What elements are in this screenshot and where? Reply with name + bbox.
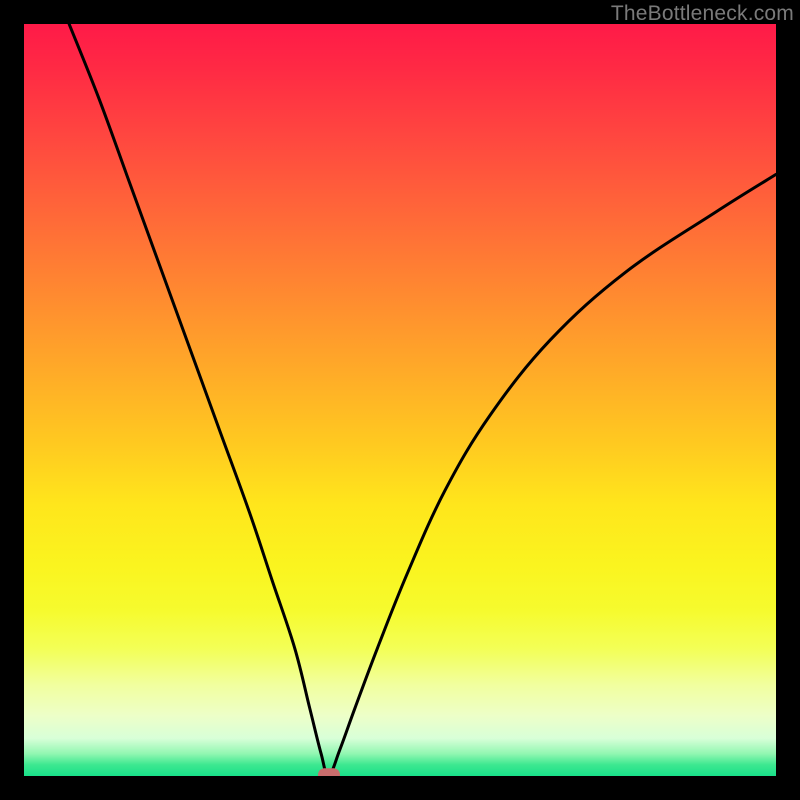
chart-frame: [24, 24, 776, 776]
bottleneck-curve: [24, 24, 776, 776]
bottleneck-marker: [318, 768, 340, 776]
watermark-text: TheBottleneck.com: [611, 2, 794, 26]
plot-area: [24, 24, 776, 776]
